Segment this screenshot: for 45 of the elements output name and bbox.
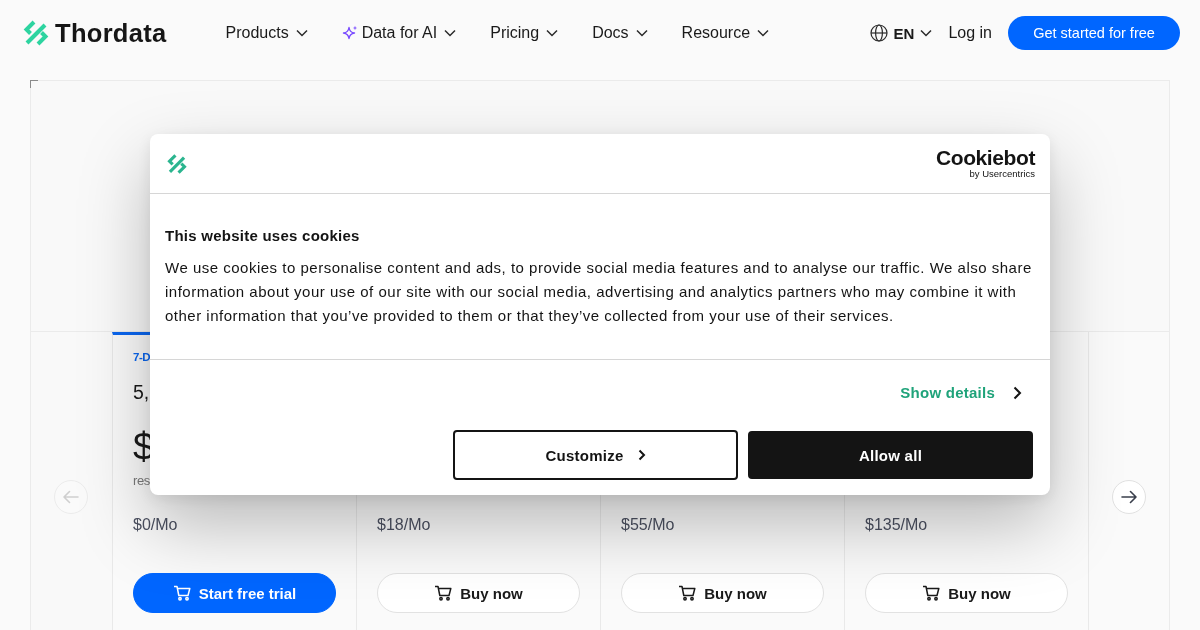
chevron-down-icon <box>295 29 308 37</box>
buy-now-button[interactable]: Buy now <box>621 573 824 613</box>
buy-now-button[interactable]: Buy now <box>377 573 580 613</box>
plan-title: 5, <box>133 380 150 405</box>
brand-wordmark: Cookiebot <box>935 148 1035 168</box>
chevron-down-icon <box>920 29 933 37</box>
start-trial-button[interactable]: Start free trial <box>133 573 336 613</box>
cart-icon <box>678 585 697 601</box>
cart-icon <box>434 585 453 601</box>
login-link[interactable]: Log in <box>948 24 992 42</box>
allow-all-button[interactable]: Allow all <box>748 431 1033 479</box>
brand-byline: by Usercentrics <box>969 168 1035 179</box>
plan-tag: 7-D <box>133 349 151 365</box>
nav-menu-item[interactable]: Pricing <box>490 24 559 42</box>
logo-icon <box>22 19 50 47</box>
cart-icon <box>922 585 941 601</box>
monthly-price: $55/Mo <box>621 515 675 535</box>
get-started-button[interactable]: Get started for free <box>1008 16 1180 50</box>
sparkle-icon <box>341 25 358 41</box>
arrow-left-icon <box>63 490 79 504</box>
globe-icon <box>869 24 888 42</box>
buy-now-button[interactable]: Buy now <box>865 573 1068 613</box>
corner-bracket-icon <box>30 80 38 88</box>
nav-menu-item[interactable]: Docs <box>592 24 648 42</box>
nav-menu-item[interactable]: Resource <box>681 24 770 42</box>
monthly-price: $135/Mo <box>865 515 928 535</box>
dialog-text: We use cookies to personalise content and ads, to provide social media features and to analyse our traffic. We also share information about your use of our site with our social media, advertising and analytics partners who may combine it with other information that you’ve provided to them or that they’ve collected from your use of their services. <box>165 258 1033 326</box>
monthly-price: $0/Mo <box>133 515 178 535</box>
cart-icon <box>172 585 191 601</box>
chevron-down-icon <box>635 29 648 37</box>
nav-menu-item[interactable]: Data for AI <box>341 24 457 42</box>
logo-icon <box>166 152 188 175</box>
dialog-title: This website uses cookies <box>165 226 361 246</box>
nav-menu-item[interactable]: Products <box>225 24 308 42</box>
chevron-down-icon <box>444 29 457 37</box>
logo-wordmark: Thordata <box>55 18 167 48</box>
chevron-right-icon <box>637 449 646 461</box>
customize-button[interactable]: Customize <box>453 430 738 480</box>
language-selector[interactable]: EN <box>869 24 933 42</box>
plan-note: res <box>133 472 150 490</box>
chevron-right-icon <box>1013 386 1022 400</box>
chevron-down-icon <box>757 29 770 37</box>
monthly-price: $18/Mo <box>377 515 431 535</box>
chevron-down-icon <box>546 29 559 37</box>
arrow-right-icon <box>1121 490 1137 504</box>
